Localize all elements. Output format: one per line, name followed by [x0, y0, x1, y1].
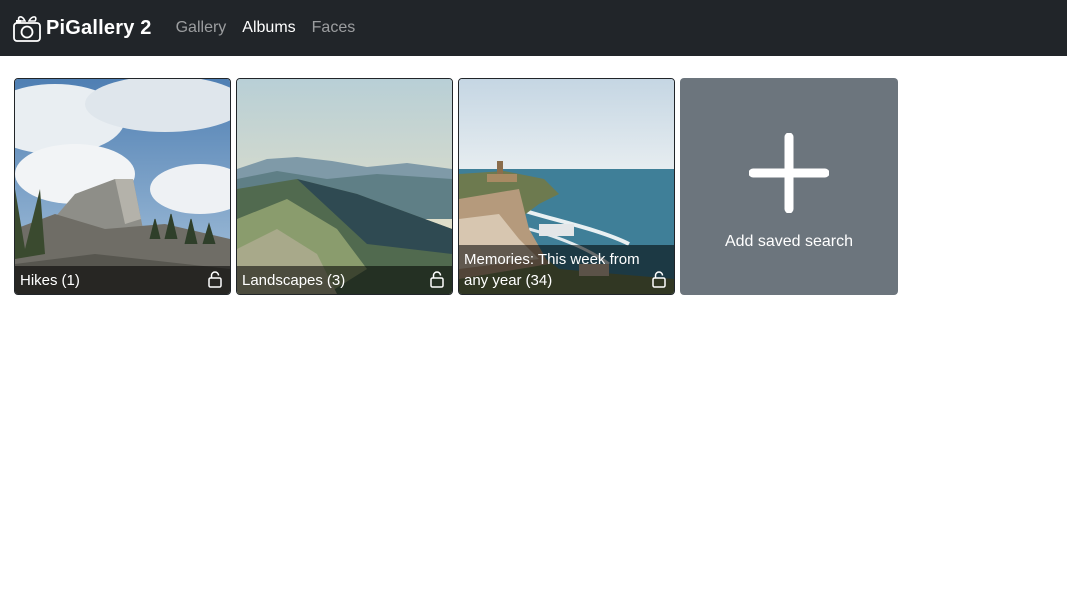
album-count: (34)	[525, 272, 553, 289]
plus-icon	[749, 132, 829, 213]
brand-name: PiGallery 2	[46, 16, 152, 39]
album-card-hikes[interactable]: Hikes (1)	[14, 78, 231, 295]
nav-link-albums[interactable]: Albums	[242, 19, 295, 37]
album-caption: Hikes (1)	[15, 266, 230, 294]
album-name: Hikes	[20, 272, 58, 289]
lock-icon	[430, 271, 444, 288]
album-thumbnail-hikes	[15, 79, 230, 294]
brand-link[interactable]: PiGallery 2	[12, 13, 152, 43]
add-saved-search-label: Add saved search	[724, 232, 854, 250]
camera-logo-icon	[13, 16, 41, 42]
top-navbar: PiGallery 2 Gallery Albums Faces	[0, 0, 1067, 56]
album-caption: Memories: This week from any year (34)	[459, 245, 674, 294]
album-name: Landscapes	[242, 272, 323, 289]
album-caption: Landscapes (3)	[237, 266, 452, 294]
lock-icon	[652, 271, 666, 288]
album-count: (1)	[61, 272, 80, 289]
add-saved-search-button[interactable]: Add saved search	[680, 78, 898, 295]
album-count: (3)	[326, 272, 346, 289]
lock-icon	[208, 271, 222, 288]
album-card-landscapes[interactable]: Landscapes (3)	[236, 78, 453, 295]
nav-link-faces[interactable]: Faces	[312, 19, 356, 37]
album-card-memories[interactable]: Memories: This week from any year (34)	[458, 78, 675, 295]
nav-link-gallery[interactable]: Gallery	[176, 19, 227, 37]
albums-grid: Hikes (1) Landscapes (3) Memories: This …	[14, 78, 898, 295]
album-thumbnail-landscapes	[237, 79, 452, 294]
